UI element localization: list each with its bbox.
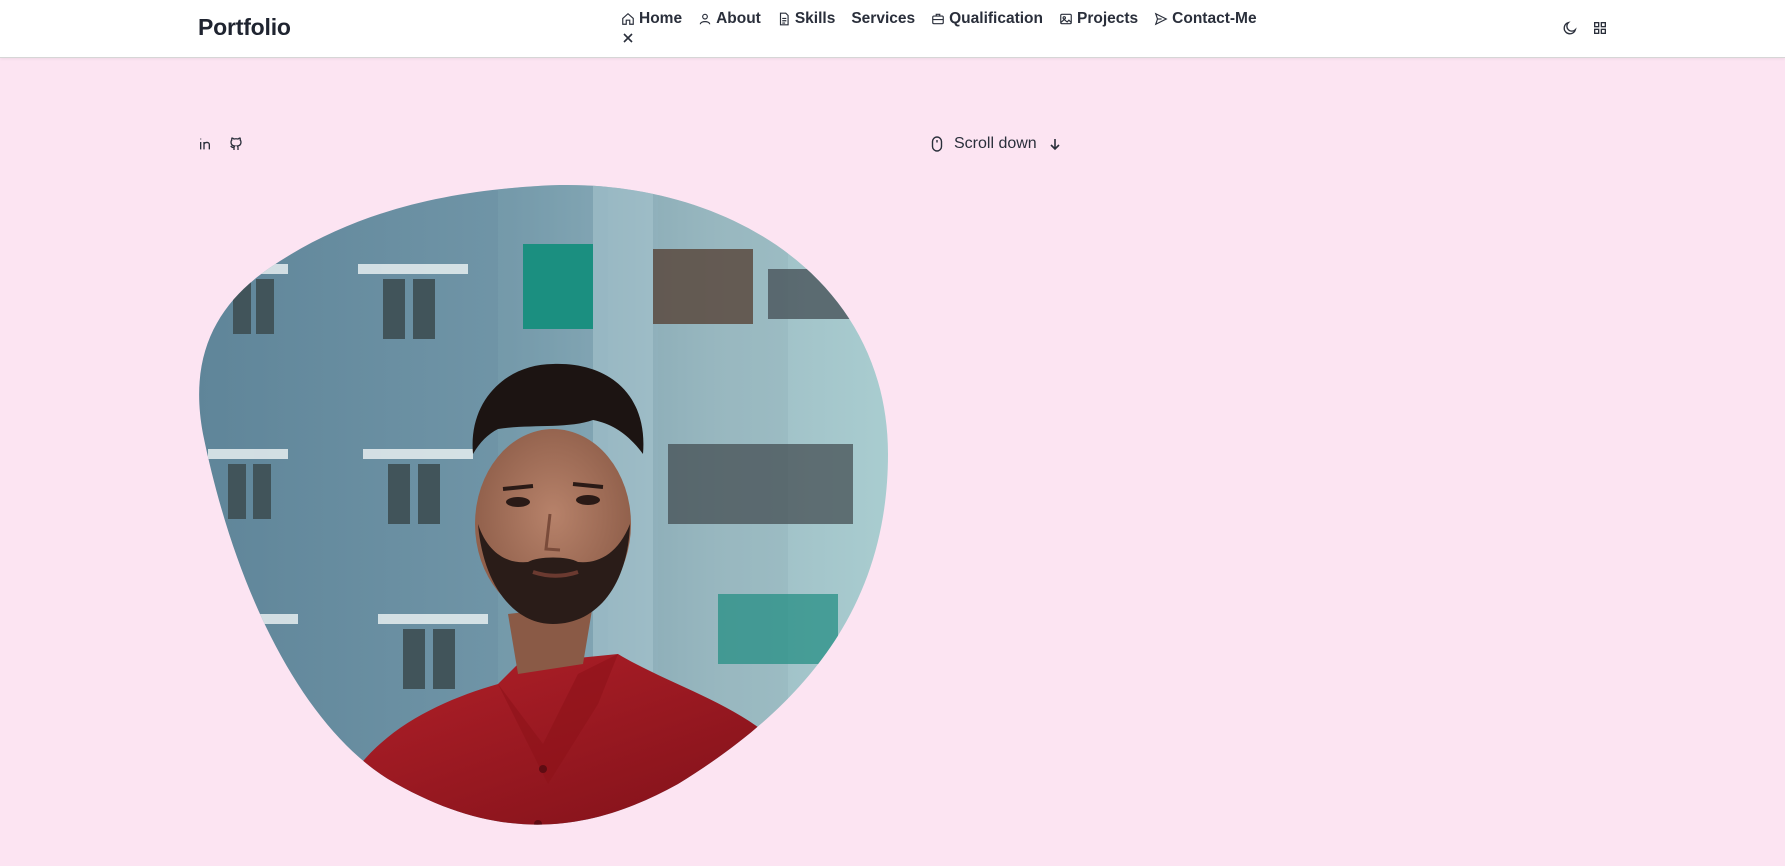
home-icon: [621, 12, 635, 26]
apps-grid-icon[interactable]: [1592, 20, 1608, 36]
nav-projects[interactable]: Projects: [1059, 9, 1138, 29]
nav-services[interactable]: Services: [851, 9, 915, 29]
header-actions: [1562, 20, 1622, 36]
image-icon: [1059, 12, 1073, 26]
scroll-down-label: Scroll down: [954, 135, 1037, 152]
linkedin-icon[interactable]: [198, 136, 214, 152]
github-icon[interactable]: [228, 136, 244, 152]
scroll-down-link[interactable]: Scroll down: [930, 135, 1061, 153]
nav-services-label: Services: [851, 10, 916, 27]
nav-contact[interactable]: Contact-Me: [1154, 9, 1257, 29]
social-links: [198, 136, 258, 152]
close-icon[interactable]: [622, 32, 634, 44]
nav-projects-label: Projects: [1077, 10, 1139, 27]
moon-icon[interactable]: [1562, 20, 1578, 36]
profile-photo: [198, 184, 890, 830]
nav-skills-label: Skills: [794, 10, 836, 27]
main-nav: Home About Skills Services Qualification: [621, 9, 1273, 29]
file-icon: [777, 12, 791, 26]
nav-qualification-label: Qualification: [949, 10, 1043, 27]
nav-contact-label: Contact-Me: [1172, 10, 1257, 27]
briefcase-icon: [931, 12, 945, 26]
top-header: Portfolio Home About Skills Services Qua…: [0, 0, 1785, 58]
site-logo[interactable]: Portfolio: [198, 14, 291, 41]
user-icon: [698, 12, 712, 26]
nav-skills[interactable]: Skills: [777, 9, 836, 29]
nav-home-label: Home: [639, 10, 683, 27]
nav-about[interactable]: About: [698, 9, 761, 29]
mouse-icon: [930, 136, 944, 152]
nav-qualification[interactable]: Qualification: [931, 9, 1043, 29]
arrow-down-icon: [1049, 137, 1061, 151]
nav-home[interactable]: Home: [621, 9, 682, 29]
send-icon: [1154, 12, 1168, 26]
nav-about-label: About: [716, 10, 761, 27]
